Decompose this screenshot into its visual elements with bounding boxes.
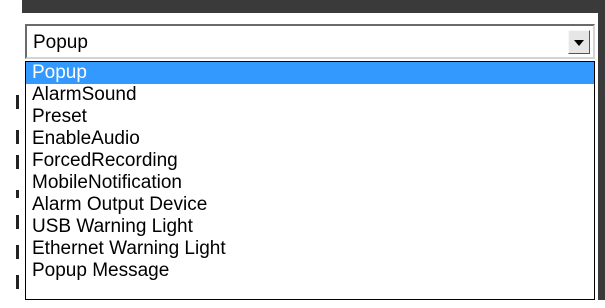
option-usb-warning-light[interactable]: USB Warning Light <box>26 216 594 238</box>
option-popup[interactable]: Popup <box>26 62 594 84</box>
dropdown-arrow-icon[interactable] <box>568 30 590 54</box>
option-ethernet-warning-light[interactable]: Ethernet Warning Light <box>26 238 594 260</box>
option-enableaudio[interactable]: EnableAudio <box>26 128 594 150</box>
frame-bottom-border <box>0 300 605 308</box>
frame-right-border <box>598 0 605 308</box>
option-alarm-output-device[interactable]: Alarm Output Device <box>26 194 594 216</box>
option-mobilenotification[interactable]: MobileNotification <box>26 172 594 194</box>
action-select[interactable]: Popup <box>25 24 595 59</box>
frame-top-border <box>0 0 605 13</box>
frame-left-border <box>0 0 22 308</box>
option-alarmsound[interactable]: AlarmSound <box>26 84 594 106</box>
select-current-value: Popup <box>33 32 88 53</box>
option-forcedrecording[interactable]: ForcedRecording <box>26 150 594 172</box>
option-preset[interactable]: Preset <box>26 106 594 128</box>
background-lines <box>16 95 19 295</box>
option-popup-message[interactable]: Popup Message <box>26 260 594 282</box>
window-frame: Popup Popup AlarmSound Preset EnableAudi… <box>0 0 605 308</box>
dropdown-list: Popup AlarmSound Preset EnableAudio Forc… <box>25 61 595 300</box>
